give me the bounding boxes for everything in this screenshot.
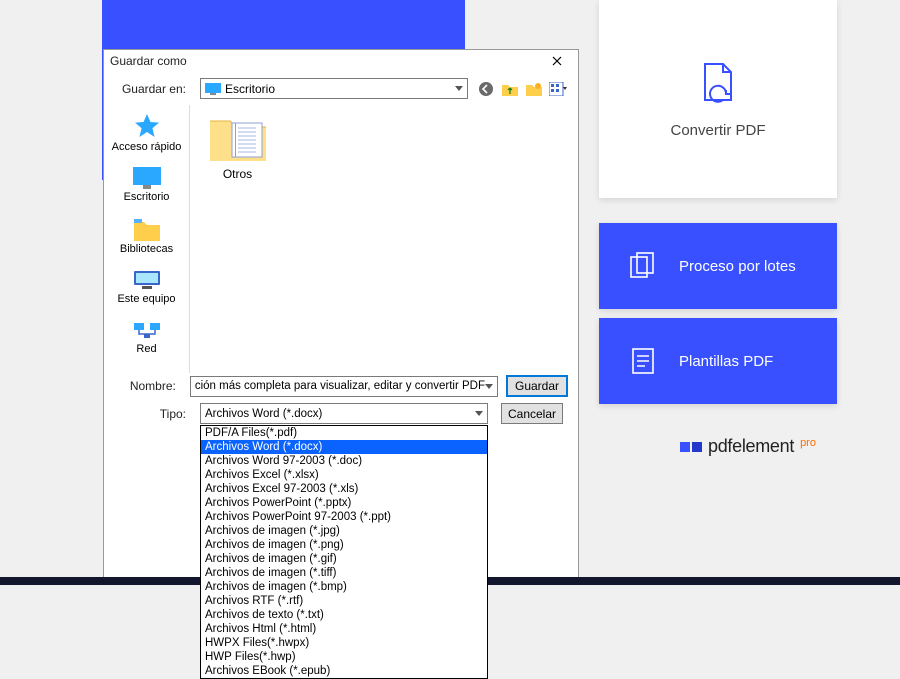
close-icon bbox=[552, 56, 562, 66]
lookin-value: Escritorio bbox=[225, 82, 275, 96]
brand-squares-icon bbox=[680, 442, 702, 452]
place-network[interactable]: Red bbox=[109, 315, 184, 359]
desktop-icon bbox=[205, 83, 221, 95]
templates-icon bbox=[629, 346, 657, 376]
filetype-option[interactable]: Archivos de imagen (*.png) bbox=[201, 538, 487, 552]
filetype-option[interactable]: Archivos de imagen (*.bmp) bbox=[201, 580, 487, 594]
filename-label: Nombre: bbox=[114, 379, 182, 393]
filetype-option[interactable]: Archivos Word 97-2003 (*.doc) bbox=[201, 454, 487, 468]
filetype-option[interactable]: HWP Files(*.hwp) bbox=[201, 650, 487, 664]
star-icon bbox=[133, 113, 161, 139]
brand-name: pdfelement bbox=[708, 436, 794, 457]
card-templates[interactable]: Plantillas PDF bbox=[599, 318, 837, 404]
filetype-option[interactable]: Archivos Excel 97-2003 (*.xls) bbox=[201, 482, 487, 496]
new-folder-button[interactable] bbox=[524, 79, 544, 99]
place-quick-access[interactable]: Acceso rápido bbox=[109, 109, 184, 157]
card-batch-label: Proceso por lotes bbox=[679, 258, 796, 275]
doc-arrow-icon bbox=[696, 60, 740, 104]
card-convert-label: Convertir PDF bbox=[670, 122, 765, 139]
folder-icon bbox=[208, 113, 268, 163]
filetype-label: Tipo: bbox=[114, 407, 192, 421]
filetype-combo[interactable]: Archivos Word (*.docx) PDF/A Files(*.pdf… bbox=[200, 403, 488, 424]
libraries-icon bbox=[133, 217, 161, 241]
filetype-option[interactable]: Archivos RTF (*.rtf) bbox=[201, 594, 487, 608]
network-icon bbox=[132, 319, 162, 341]
desktop-icon bbox=[133, 167, 161, 189]
brand-logo: pdfelement pro bbox=[680, 436, 816, 457]
filetype-option[interactable]: Archivos de imagen (*.jpg) bbox=[201, 524, 487, 538]
place-desktop[interactable]: Escritorio bbox=[109, 163, 184, 207]
chevron-down-icon bbox=[455, 86, 463, 91]
lookin-combo[interactable]: Escritorio bbox=[200, 78, 468, 99]
new-folder-icon bbox=[526, 82, 542, 96]
place-libraries[interactable]: Bibliotecas bbox=[109, 213, 184, 259]
folder-item-label: Otros bbox=[223, 167, 252, 181]
filetype-value: Archivos Word (*.docx) bbox=[205, 408, 322, 420]
filetype-option[interactable]: Archivos Excel (*.xlsx) bbox=[201, 468, 487, 482]
places-bar: Acceso rápido Escritorio Bibliotecas Est… bbox=[104, 105, 189, 373]
filetype-option[interactable]: Archivos de texto (*.txt) bbox=[201, 608, 487, 622]
up-button[interactable] bbox=[500, 79, 520, 99]
pc-icon bbox=[132, 269, 162, 291]
brand-suffix: pro bbox=[800, 437, 816, 449]
dialog-title: Guardar como bbox=[110, 54, 187, 68]
nav-toolbar bbox=[476, 79, 568, 99]
view-menu-icon bbox=[549, 82, 567, 96]
filetype-option[interactable]: Archivos de imagen (*.tiff) bbox=[201, 566, 487, 580]
folder-up-icon bbox=[502, 82, 518, 96]
cancel-button[interactable]: Cancelar bbox=[501, 403, 563, 424]
filetype-option[interactable]: Archivos PowerPoint 97-2003 (*.ppt) bbox=[201, 510, 487, 524]
filename-value: ción más completa para visualizar, edita… bbox=[195, 380, 485, 392]
card-convert-pdf[interactable]: Convertir PDF bbox=[599, 0, 837, 198]
back-button[interactable] bbox=[476, 79, 496, 99]
filetype-option[interactable]: Archivos de imagen (*.gif) bbox=[201, 552, 487, 566]
filetype-option[interactable]: PDF/A Files(*.pdf) bbox=[201, 426, 487, 440]
filetype-option[interactable]: Archivos Word (*.docx) bbox=[201, 440, 487, 454]
card-batch[interactable]: Proceso por lotes bbox=[599, 223, 837, 309]
save-as-dialog: Guardar como Guardar en: Escritorio bbox=[103, 49, 579, 579]
view-menu-button[interactable] bbox=[548, 79, 568, 99]
batch-icon bbox=[629, 251, 657, 281]
filetype-option[interactable]: HWPX Files(*.hwpx) bbox=[201, 636, 487, 650]
filetype-option[interactable]: Archivos Html (*.html) bbox=[201, 622, 487, 636]
lookin-label: Guardar en: bbox=[114, 82, 192, 96]
card-templates-label: Plantillas PDF bbox=[679, 353, 773, 370]
filename-input[interactable]: ción más completa para visualizar, edita… bbox=[190, 376, 498, 397]
close-button[interactable] bbox=[542, 50, 572, 72]
file-pane[interactable]: Otros bbox=[189, 105, 578, 373]
filetype-option[interactable]: Archivos PowerPoint (*.pptx) bbox=[201, 496, 487, 510]
filetype-dropdown[interactable]: PDF/A Files(*.pdf)Archivos Word (*.docx)… bbox=[200, 425, 488, 679]
place-this-pc[interactable]: Este equipo bbox=[109, 265, 184, 309]
filetype-option[interactable]: Archivos EBook (*.epub) bbox=[201, 664, 487, 678]
chevron-down-icon bbox=[485, 384, 493, 389]
folder-item[interactable]: Otros bbox=[200, 113, 275, 181]
save-button[interactable]: Guardar bbox=[506, 375, 568, 397]
dialog-titlebar: Guardar como bbox=[104, 50, 578, 72]
chevron-down-icon bbox=[475, 411, 483, 416]
back-icon bbox=[478, 81, 494, 97]
